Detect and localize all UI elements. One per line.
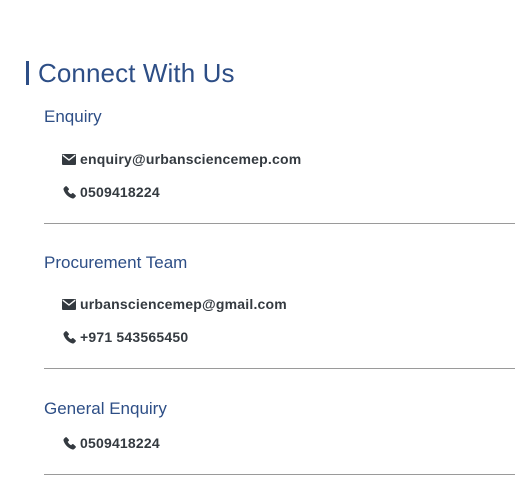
procurement-email-text: urbansciencemep@gmail.com [80,296,287,312]
section-heading-enquiry: Enquiry [44,107,102,126]
procurement-phone-text: +971 543565450 [80,329,189,345]
section-divider [44,368,515,369]
title-accent-bar [26,61,29,85]
general-phone-link[interactable]: 0509418224 [62,433,160,453]
envelope-icon [62,152,76,166]
section-divider [44,223,515,224]
envelope-icon [62,297,76,311]
phone-icon [62,330,76,344]
enquiry-phone-link[interactable]: 0509418224 [62,182,160,202]
general-phone-text: 0509418224 [80,435,160,451]
section-heading-procurement: Procurement Team [44,253,188,272]
enquiry-email-text: enquiry@urbansciencemep.com [80,151,302,167]
procurement-phone-link[interactable]: +971 543565450 [62,327,188,347]
page-title: Connect With Us [26,58,235,89]
enquiry-phone-text: 0509418224 [80,184,160,200]
section-divider [44,474,515,475]
procurement-email-link[interactable]: urbansciencemep@gmail.com [62,294,287,314]
section-heading-general: General Enquiry [44,399,167,418]
page-title-text: Connect With Us [38,58,235,88]
enquiry-email-link[interactable]: enquiry@urbansciencemep.com [62,149,301,169]
phone-icon [62,436,76,450]
phone-icon [62,185,76,199]
